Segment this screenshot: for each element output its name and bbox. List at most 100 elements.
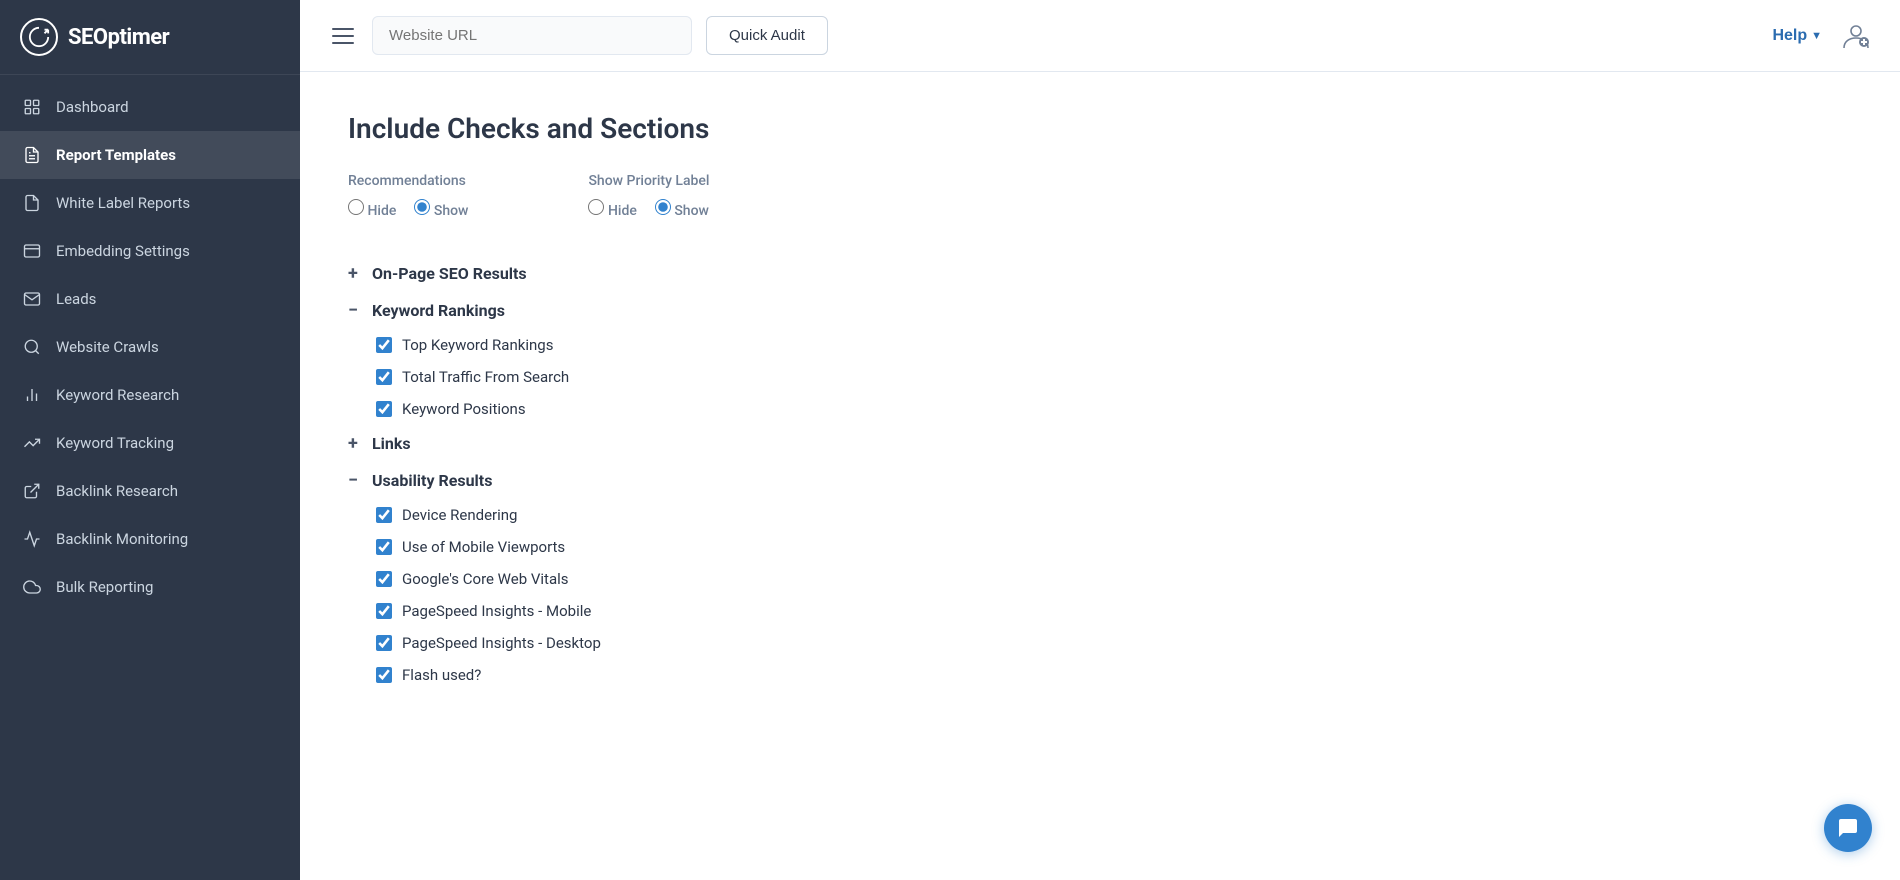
sidebar-item-backlink-monitoring[interactable]: Backlink Monitoring: [0, 515, 300, 563]
topbar-right: Help ▼: [1772, 22, 1872, 50]
sidebar-logo: SEOptimer: [0, 0, 300, 75]
recommendations-show-option[interactable]: Show: [414, 199, 468, 219]
sidebar-label-white-label-reports: White Label Reports: [56, 194, 190, 212]
item-top-keyword-rankings: Top Keyword Rankings: [348, 331, 1852, 359]
sidebar-label-bulk-reporting: Bulk Reporting: [56, 578, 153, 596]
recommendations-group: Recommendations Hide Show: [348, 173, 468, 229]
checkbox-pagespeed-mobile[interactable]: [376, 603, 392, 619]
chevron-down-icon: ▼: [1811, 30, 1822, 42]
sidebar-label-keyword-tracking: Keyword Tracking: [56, 434, 174, 452]
item-label-device-rendering: Device Rendering: [402, 506, 517, 524]
item-total-traffic: Total Traffic From Search: [348, 363, 1852, 391]
sidebar-label-backlink-research: Backlink Research: [56, 482, 178, 500]
logo-icon: [20, 18, 58, 56]
priority-hide-option[interactable]: Hide: [588, 199, 636, 219]
priority-group: Show Priority Label Hide Show: [588, 173, 709, 229]
trending-icon: [22, 433, 42, 453]
sidebar-item-backlink-research[interactable]: Backlink Research: [0, 467, 300, 515]
item-label-pagespeed-desktop: PageSpeed Insights - Desktop: [402, 634, 601, 652]
content-area: Include Checks and Sections Recommendati…: [300, 72, 1900, 880]
checkbox-keyword-positions[interactable]: [376, 401, 392, 417]
chat-bubble-button[interactable]: [1824, 804, 1872, 852]
sidebar-label-dashboard: Dashboard: [56, 98, 129, 116]
user-menu-button[interactable]: [1840, 22, 1872, 50]
sections-list: + On-Page SEO Results − Keyword Rankings…: [348, 257, 1852, 689]
mail-icon: [22, 289, 42, 309]
priority-show-radio[interactable]: [655, 199, 671, 215]
section-label-usability: Usability Results: [372, 471, 492, 490]
sidebar: SEOptimer Dashboard Report Templates Whi…: [0, 0, 300, 880]
sidebar-label-backlink-monitoring: Backlink Monitoring: [56, 530, 188, 548]
grid-icon: [22, 97, 42, 117]
section-prefix-on-page: +: [348, 263, 364, 284]
section-label-links: Links: [372, 434, 411, 453]
section-prefix-usability: −: [348, 470, 364, 491]
sidebar-item-website-crawls[interactable]: Website Crawls: [0, 323, 300, 371]
item-label-top-keyword-rankings: Top Keyword Rankings: [402, 336, 553, 354]
item-label-total-traffic: Total Traffic From Search: [402, 368, 569, 386]
sidebar-label-website-crawls: Website Crawls: [56, 338, 159, 356]
item-label-mobile-viewports: Use of Mobile Viewports: [402, 538, 565, 556]
item-device-rendering: Device Rendering: [348, 501, 1852, 529]
search-icon: [22, 337, 42, 357]
bar-chart-icon: [22, 385, 42, 405]
help-button[interactable]: Help ▼: [1772, 27, 1822, 45]
item-mobile-viewports: Use of Mobile Viewports: [348, 533, 1852, 561]
recommendations-hide-option[interactable]: Hide: [348, 199, 396, 219]
checkbox-top-keyword-rankings[interactable]: [376, 337, 392, 353]
file-icon: [22, 193, 42, 213]
section-on-page-seo[interactable]: + On-Page SEO Results: [348, 257, 1852, 290]
hamburger-button[interactable]: [328, 24, 358, 48]
sidebar-label-report-templates: Report Templates: [56, 146, 176, 164]
logo-text: SEOptimer: [68, 25, 169, 50]
priority-radio-group: Hide Show: [588, 199, 709, 229]
section-usability-results[interactable]: − Usability Results: [348, 464, 1852, 497]
sidebar-label-keyword-research: Keyword Research: [56, 386, 179, 404]
section-label-keyword-rankings: Keyword Rankings: [372, 301, 505, 320]
sidebar-label-leads: Leads: [56, 290, 96, 308]
checkbox-pagespeed-desktop[interactable]: [376, 635, 392, 651]
item-pagespeed-desktop: PageSpeed Insights - Desktop: [348, 629, 1852, 657]
item-core-web-vitals: Google's Core Web Vitals: [348, 565, 1852, 593]
priority-hide-radio[interactable]: [588, 199, 604, 215]
recommendations-row: Recommendations Hide Show Show Priority …: [348, 173, 1852, 229]
checkbox-device-rendering[interactable]: [376, 507, 392, 523]
file-edit-icon: [22, 145, 42, 165]
quick-audit-button[interactable]: Quick Audit: [706, 16, 828, 55]
section-prefix-links: +: [348, 433, 364, 454]
item-label-keyword-positions: Keyword Positions: [402, 400, 526, 418]
topbar: Quick Audit Help ▼: [300, 0, 1900, 72]
checkbox-mobile-viewports[interactable]: [376, 539, 392, 555]
item-label-flash-used: Flash used?: [402, 666, 481, 684]
sidebar-item-dashboard[interactable]: Dashboard: [0, 83, 300, 131]
sidebar-item-bulk-reporting[interactable]: Bulk Reporting: [0, 563, 300, 611]
monitor-icon: [22, 529, 42, 549]
item-label-pagespeed-mobile: PageSpeed Insights - Mobile: [402, 602, 591, 620]
item-pagespeed-mobile: PageSpeed Insights - Mobile: [348, 597, 1852, 625]
sidebar-item-keyword-tracking[interactable]: Keyword Tracking: [0, 419, 300, 467]
sidebar-nav: Dashboard Report Templates White Label R…: [0, 75, 300, 880]
sidebar-label-embedding-settings: Embedding Settings: [56, 242, 190, 260]
checkbox-total-traffic[interactable]: [376, 369, 392, 385]
sidebar-item-white-label-reports[interactable]: White Label Reports: [0, 179, 300, 227]
sidebar-item-report-templates[interactable]: Report Templates: [0, 131, 300, 179]
cloud-icon: [22, 577, 42, 597]
sidebar-item-leads[interactable]: Leads: [0, 275, 300, 323]
item-keyword-positions: Keyword Positions: [348, 395, 1852, 423]
main-area: Quick Audit Help ▼ Include Checks and Se…: [300, 0, 1900, 880]
checkbox-core-web-vitals[interactable]: [376, 571, 392, 587]
section-prefix-keyword-rankings: −: [348, 300, 364, 321]
section-keyword-rankings[interactable]: − Keyword Rankings: [348, 294, 1852, 327]
page-title: Include Checks and Sections: [348, 112, 1852, 145]
priority-label: Show Priority Label: [588, 173, 709, 189]
priority-show-option[interactable]: Show: [655, 199, 709, 219]
embed-icon: [22, 241, 42, 261]
recommendations-show-radio[interactable]: [414, 199, 430, 215]
section-links[interactable]: + Links: [348, 427, 1852, 460]
sidebar-item-keyword-research[interactable]: Keyword Research: [0, 371, 300, 419]
website-url-input[interactable]: [372, 16, 692, 55]
checkbox-flash-used[interactable]: [376, 667, 392, 683]
section-label-on-page: On-Page SEO Results: [372, 264, 527, 283]
recommendations-hide-radio[interactable]: [348, 199, 364, 215]
sidebar-item-embedding-settings[interactable]: Embedding Settings: [0, 227, 300, 275]
